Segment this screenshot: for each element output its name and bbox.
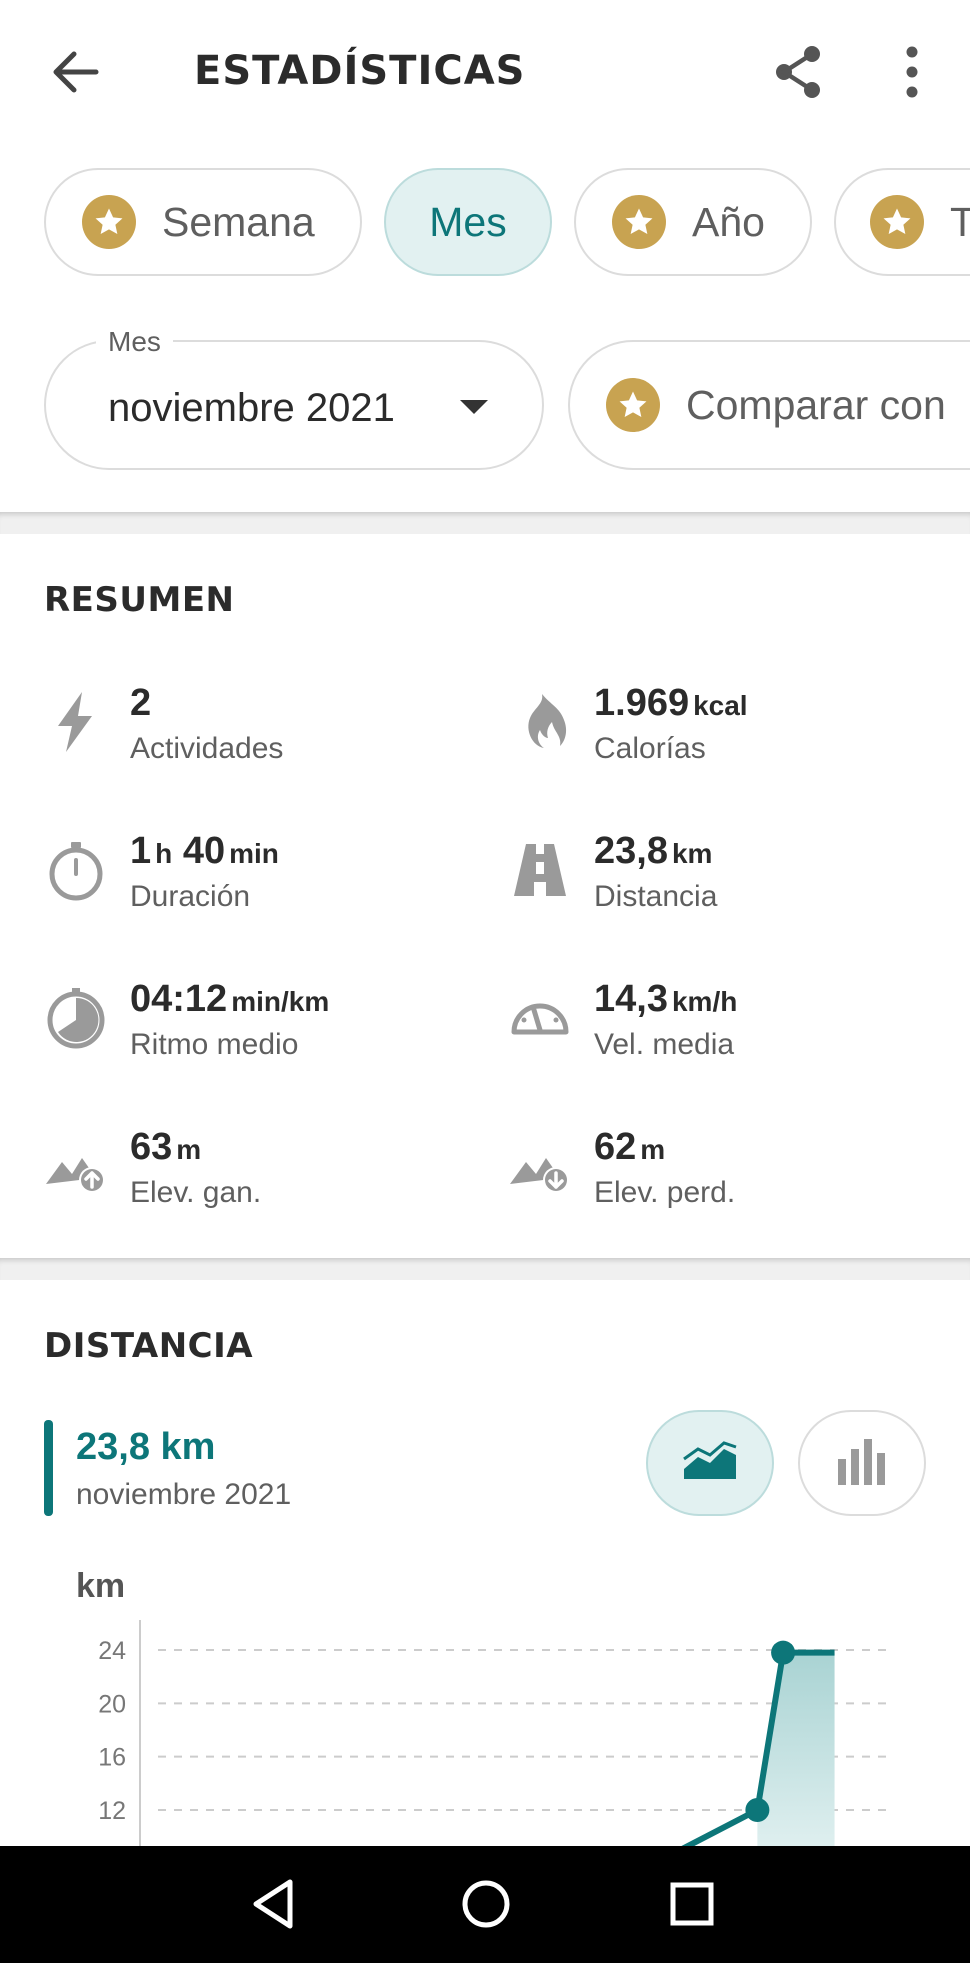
distance-period: noviembre 2021 bbox=[76, 1478, 292, 1511]
distance-total: 23,8 km bbox=[76, 1426, 216, 1468]
divider bbox=[0, 512, 970, 534]
series-line bbox=[681, 1649, 835, 1846]
stopwatch-icon bbox=[44, 838, 108, 902]
stat-value: 40 bbox=[182, 830, 226, 872]
elevation-gain-icon bbox=[44, 1134, 108, 1198]
distance-accent-bar bbox=[44, 1420, 53, 1516]
lightning-icon bbox=[44, 690, 108, 754]
chip-label: T bbox=[950, 199, 970, 246]
premium-star-icon bbox=[606, 378, 660, 432]
stat-label: Calorías bbox=[594, 732, 706, 765]
premium-star-icon bbox=[870, 195, 924, 249]
stat-value: 14,3 bbox=[594, 978, 668, 1020]
arrow-back-icon[interactable] bbox=[44, 40, 108, 104]
divider bbox=[0, 1258, 970, 1280]
nav-recents-icon[interactable] bbox=[662, 1874, 722, 1934]
chip-label: Año bbox=[692, 198, 765, 245]
stat-value: 1.969 bbox=[594, 682, 690, 724]
month-dropdown[interactable]: noviembre 2021 bbox=[44, 340, 544, 470]
stat-unit: kcal bbox=[693, 690, 748, 721]
stat-unit: km/h bbox=[671, 986, 738, 1017]
stat-unit: m bbox=[176, 1134, 202, 1165]
compare-field[interactable]: Comparar con bbox=[568, 340, 970, 470]
elevation-loss-icon bbox=[508, 1134, 572, 1198]
stat-unit: min/km bbox=[231, 986, 330, 1017]
distance-chart: 12 16 20 24 bbox=[0, 1600, 970, 1846]
chip-label: Semana bbox=[162, 198, 315, 245]
distance-chart-svg: 12 16 20 24 bbox=[98, 1620, 886, 1846]
y-tick-label: 16 bbox=[98, 1744, 126, 1772]
summary-title: RESUMEN bbox=[44, 580, 235, 620]
speedometer-icon bbox=[508, 986, 572, 1050]
stat-unit: km bbox=[671, 838, 713, 869]
nav-back-icon[interactable] bbox=[246, 1874, 306, 1934]
compare-label: Comparar con bbox=[686, 381, 946, 428]
page-title: ESTADÍSTICAS bbox=[194, 48, 526, 94]
nav-home-icon[interactable] bbox=[456, 1874, 516, 1934]
stat-unit: min bbox=[229, 838, 279, 869]
stat-label: Actividades bbox=[130, 732, 284, 765]
stat-value: 04:12 bbox=[130, 978, 228, 1020]
bar-chart-toggle[interactable] bbox=[798, 1410, 926, 1516]
app-bar: ESTADÍSTICAS bbox=[0, 0, 970, 140]
month-value: noviembre 2021 bbox=[108, 386, 395, 430]
road-icon bbox=[508, 838, 572, 902]
stat-label: Elev. gan. bbox=[130, 1176, 262, 1209]
stat-value: 2 bbox=[130, 682, 152, 724]
stat-value: 23,8 bbox=[594, 830, 668, 872]
dropdown-arrow-icon bbox=[460, 400, 488, 414]
stat-label: Vel. media bbox=[594, 1028, 735, 1061]
premium-star-icon bbox=[82, 195, 136, 249]
system-nav-bar bbox=[0, 1846, 970, 1963]
bar-chart-icon bbox=[834, 1437, 890, 1490]
premium-star-icon bbox=[612, 195, 666, 249]
month-field-label: Mes bbox=[96, 326, 173, 358]
area-chart-toggle[interactable] bbox=[646, 1410, 774, 1516]
share-icon[interactable] bbox=[766, 40, 830, 104]
stat-label: Elev. perd. bbox=[594, 1176, 736, 1209]
stat-value: 62 bbox=[594, 1126, 637, 1168]
chip-semana[interactable]: Semana bbox=[44, 168, 362, 276]
y-tick-label: 24 bbox=[98, 1637, 126, 1665]
chip-total[interactable]: T bbox=[834, 168, 970, 276]
y-tick-label: 20 bbox=[98, 1690, 126, 1718]
stat-value: 63 bbox=[130, 1126, 173, 1168]
chip-mes[interactable]: Mes bbox=[384, 168, 552, 276]
data-point bbox=[745, 1798, 770, 1822]
stat-label: Duración bbox=[130, 880, 251, 913]
more-vert-icon[interactable] bbox=[880, 40, 944, 104]
flame-icon bbox=[508, 690, 572, 754]
y-tick-label: 12 bbox=[98, 1797, 126, 1825]
stat-unit: m bbox=[640, 1134, 666, 1165]
data-point bbox=[771, 1640, 796, 1665]
chip-ano[interactable]: Año bbox=[574, 168, 812, 276]
stat-label: Distancia bbox=[594, 880, 718, 913]
chip-label: Mes bbox=[429, 198, 507, 245]
distance-title: DISTANCIA bbox=[44, 1326, 254, 1366]
stat-label: Ritmo medio bbox=[130, 1028, 299, 1061]
pace-clock-icon bbox=[44, 986, 108, 1050]
area-chart-icon bbox=[682, 1440, 738, 1486]
stat-unit: h bbox=[155, 838, 173, 869]
stat-value: 1 bbox=[130, 830, 152, 872]
